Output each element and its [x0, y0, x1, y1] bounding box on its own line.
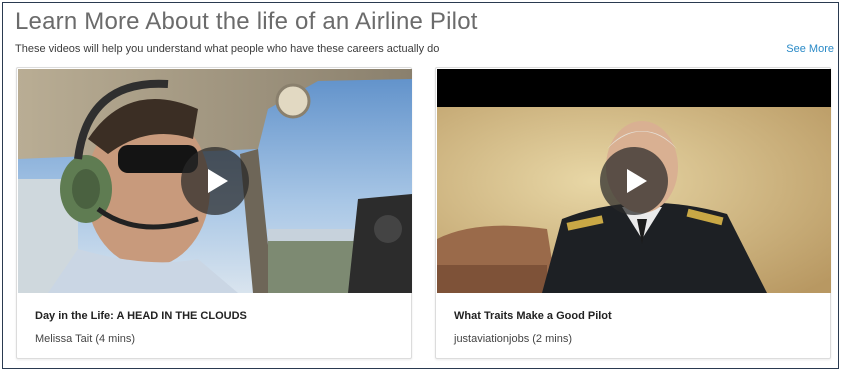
videos-panel: Learn More About the life of an Airline … — [2, 2, 839, 369]
video-title[interactable]: What Traits Make a Good Pilot — [454, 310, 612, 322]
section-subtitle: These videos will help you understand wh… — [15, 43, 440, 55]
video-title[interactable]: Day in the Life: A HEAD IN THE CLOUDS — [35, 310, 247, 322]
video-card[interactable]: What Traits Make a Good Pilot justaviati… — [435, 67, 831, 359]
video-meta: justaviationjobs (2 mins) — [454, 333, 572, 345]
video-card[interactable]: Day in the Life: A HEAD IN THE CLOUDS Me… — [16, 67, 412, 359]
play-button[interactable] — [181, 147, 249, 215]
video-thumbnail[interactable] — [437, 69, 831, 293]
section-title: Learn More About the life of an Airline … — [15, 8, 478, 35]
play-button[interactable] — [600, 147, 668, 215]
see-more-link[interactable]: See More — [786, 43, 834, 55]
video-thumbnail[interactable] — [18, 69, 412, 293]
video-meta: Melissa Tait (4 mins) — [35, 333, 136, 345]
play-icon — [627, 169, 647, 193]
play-icon — [208, 169, 228, 193]
